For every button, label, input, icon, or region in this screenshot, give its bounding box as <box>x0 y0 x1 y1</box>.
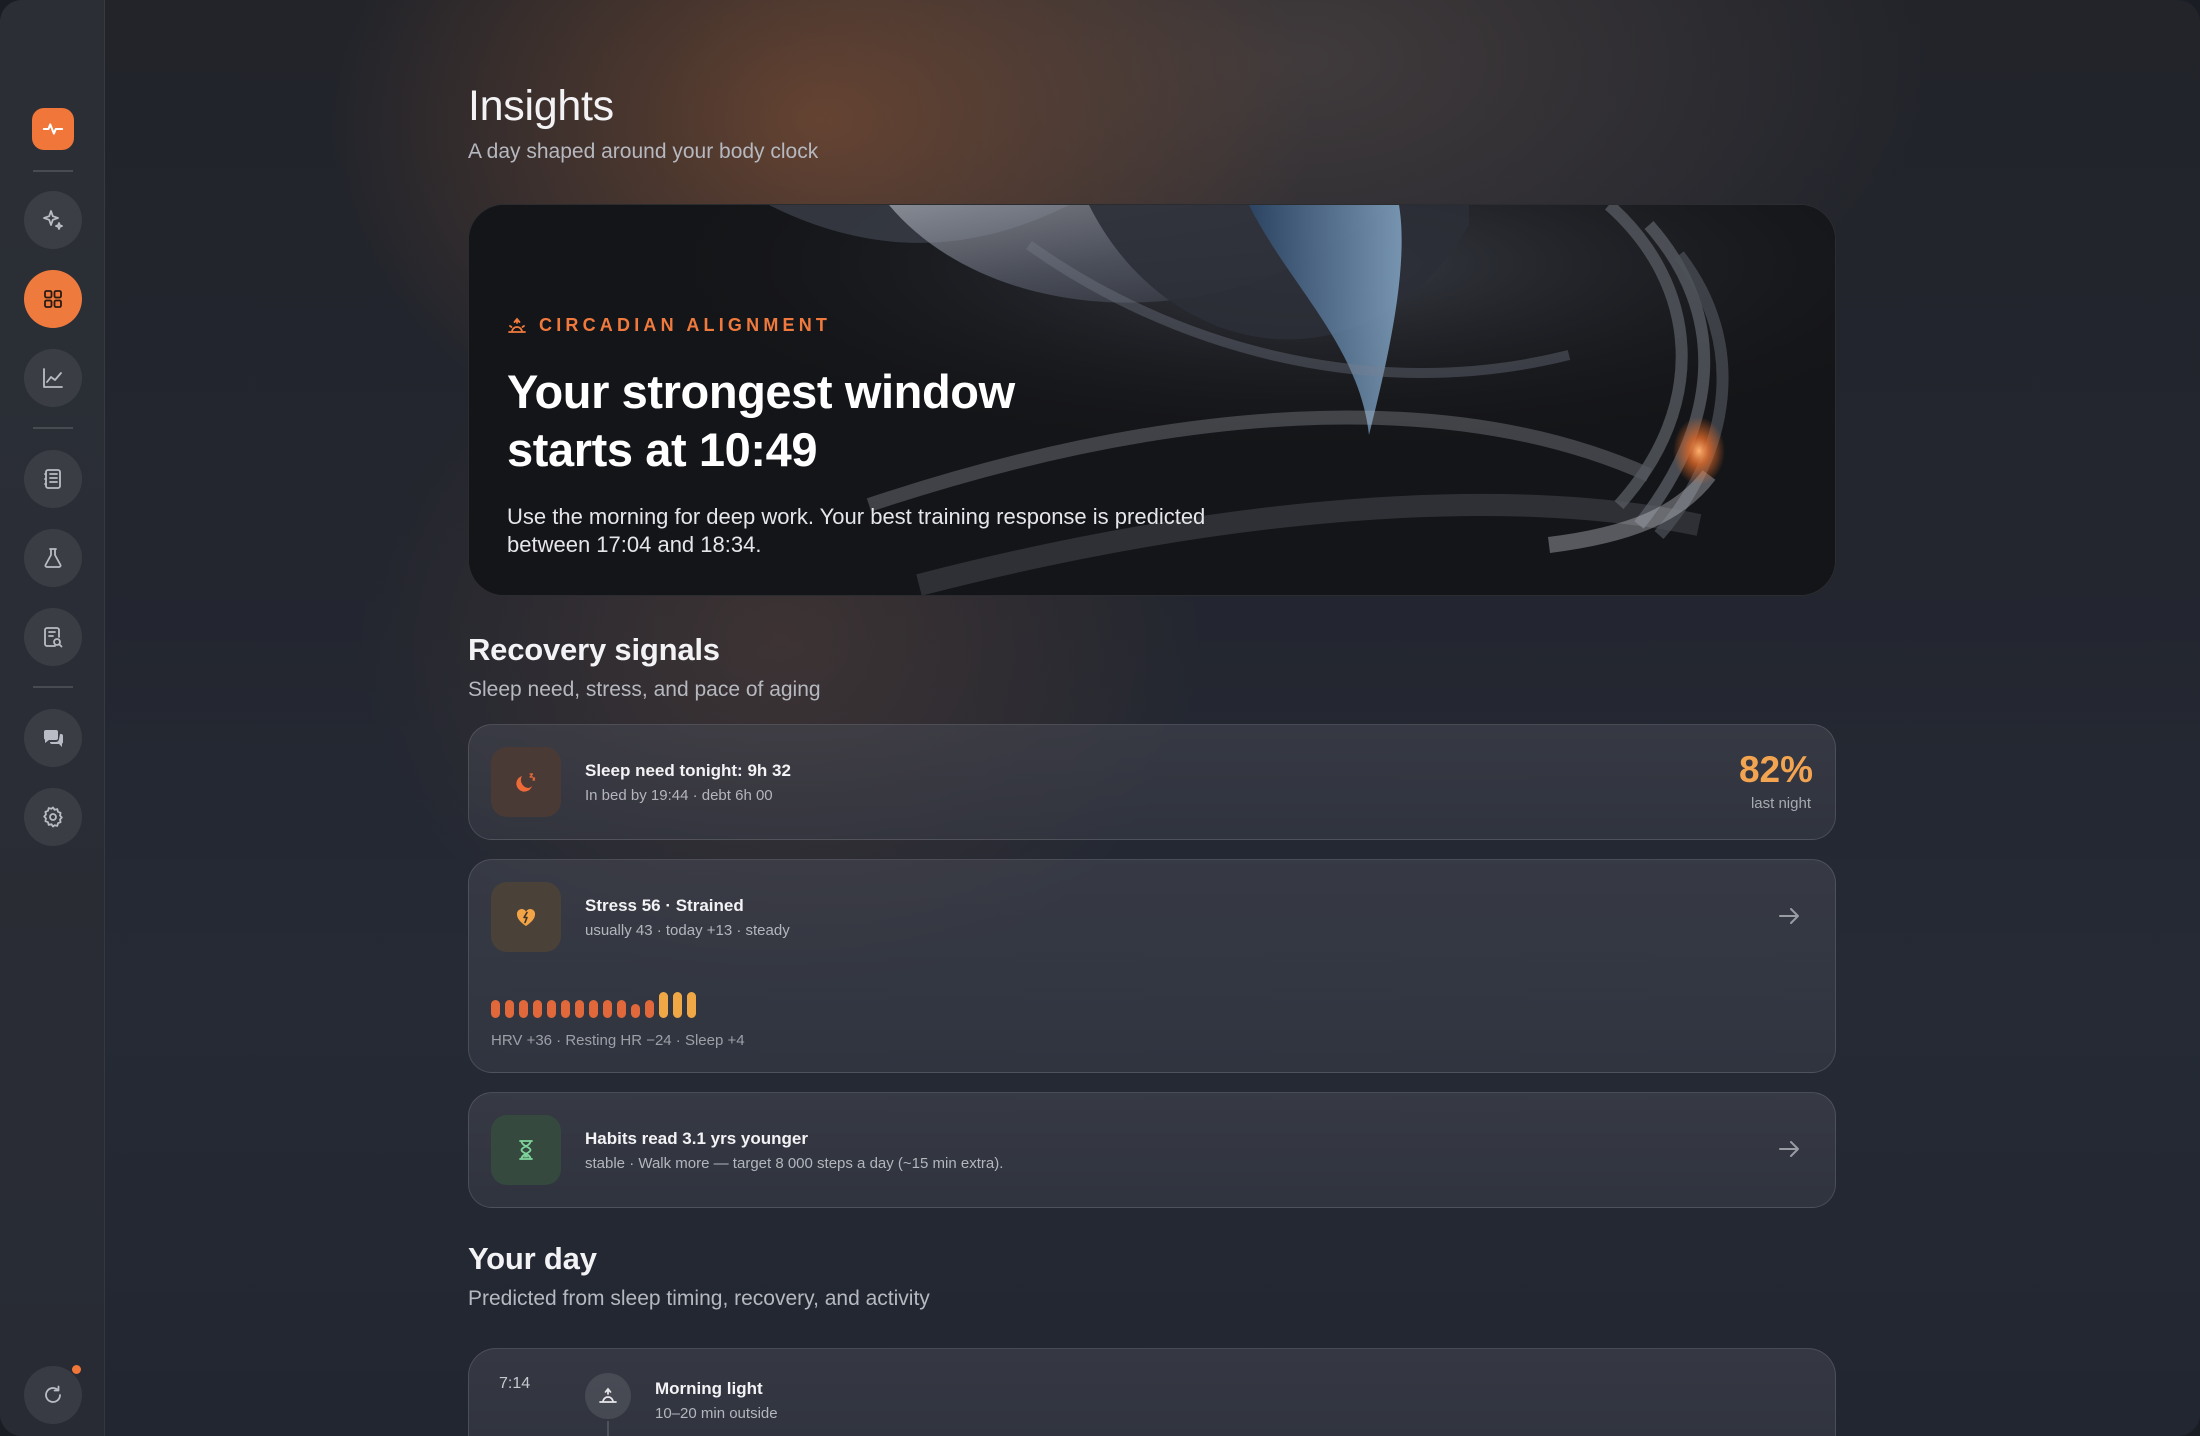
section-title-recovery: Recovery signals <box>468 632 720 667</box>
grid-icon <box>44 290 62 308</box>
section-subtitle-recovery: Sleep need, stress, and pace of aging <box>468 678 821 701</box>
stress-card[interactable]: Stress 56 · Strained usually 43 · today … <box>468 859 1836 1073</box>
stress-bar <box>617 1000 626 1018</box>
sleep-need-title: Sleep need tonight: 9h 32 <box>585 761 791 780</box>
aging-meta: stable · Walk more — target 8 000 steps … <box>585 1155 1004 1172</box>
stress-meta: usually 43 · today +13 · steady <box>585 922 790 939</box>
stress-bar <box>519 1000 528 1018</box>
stress-icon-tile <box>491 882 561 952</box>
hero-tag: CIRCADIAN ALIGNMENT <box>507 315 831 336</box>
circadian-hero-card[interactable]: CIRCADIAN ALIGNMENT Your strongest windo… <box>468 204 1836 596</box>
notebook-icon <box>44 469 61 489</box>
aging-icon-tile <box>491 1115 561 1185</box>
stress-bar <box>645 1000 654 1018</box>
app-window: Insights A day shaped around your body c… <box>0 0 2200 1436</box>
timeline-time: 7:14 <box>499 1375 531 1392</box>
pulse-icon <box>42 123 64 135</box>
moon-icon <box>516 773 536 792</box>
heart-bolt-icon <box>516 909 536 926</box>
sparkle-icon <box>43 210 63 230</box>
sleep-need-meta: In bed by 19:44 · debt 6h 00 <box>585 787 773 804</box>
sidebar <box>0 0 105 1436</box>
aging-title: Habits read 3.1 yrs younger <box>585 1129 808 1148</box>
chart-icon <box>43 368 63 388</box>
hero-title: Your strongest window starts at 10:49 <box>507 363 1015 479</box>
section-subtitle-day: Predicted from sleep timing, recovery, a… <box>468 1287 930 1310</box>
sidebar-item-trends[interactable] <box>24 349 82 407</box>
stress-open-arrow[interactable] <box>1777 906 1801 926</box>
stress-bar <box>603 1000 612 1018</box>
page-title: Insights <box>468 82 614 130</box>
timeline-item-title[interactable]: Morning light <box>655 1379 763 1399</box>
stress-bar <box>561 1000 570 1018</box>
gear-icon <box>43 806 63 828</box>
sidebar-item-reports[interactable] <box>24 608 82 666</box>
sidebar-item-sync[interactable] <box>24 1366 82 1424</box>
app-logo[interactable] <box>32 108 74 150</box>
sidebar-item-chat[interactable] <box>24 709 82 767</box>
stress-bar <box>673 992 682 1018</box>
page-subtitle: A day shaped around your body clock <box>468 140 819 163</box>
stress-bar <box>547 1000 556 1018</box>
stress-contributors: HRV +36 · Resting HR −24 · Sleep +4 <box>491 1032 745 1049</box>
sunrise-icon <box>599 1387 617 1403</box>
sidebar-item-journal[interactable] <box>24 450 82 508</box>
sleep-icon-tile <box>491 747 561 817</box>
stress-bar <box>505 1000 514 1018</box>
hero-title-line: starts at 10:49 <box>507 423 818 476</box>
timeline-item-meta: 10–20 min outside <box>655 1405 778 1422</box>
day-timeline-card: 7:14 Morning light 10–20 min outside <box>468 1348 1836 1436</box>
sidebar-divider <box>33 170 73 172</box>
timeline-connector <box>607 1421 609 1436</box>
aging-open-arrow[interactable] <box>1777 1139 1801 1159</box>
notification-dot <box>72 1365 81 1374</box>
arrow-right-icon <box>1779 1141 1799 1157</box>
sidebar-item-dashboard[interactable] <box>24 270 82 328</box>
pace-of-aging-card[interactable]: Habits read 3.1 yrs younger stable · Wal… <box>468 1092 1836 1208</box>
hero-tag-label: CIRCADIAN ALIGNMENT <box>539 315 832 335</box>
flask-icon <box>44 548 62 568</box>
stress-bar <box>659 992 668 1018</box>
sleep-score-value: 82% <box>1738 749 1813 790</box>
hero-body: Use the morning for deep work. Your best… <box>507 504 1206 557</box>
stress-bar <box>589 1000 598 1018</box>
stress-title: Stress 56 · Strained <box>585 896 744 915</box>
sleep-need-card[interactable]: Sleep need tonight: 9h 32 In bed by 19:4… <box>468 724 1836 840</box>
sleep-score-label: last night <box>1750 795 1811 812</box>
hero-title-line: Your strongest window <box>507 365 1015 418</box>
timeline-marker <box>585 1373 631 1419</box>
sidebar-item-settings[interactable] <box>24 788 82 846</box>
sunrise-icon <box>508 317 526 333</box>
chat-icon <box>43 730 63 747</box>
section-title-day: Your day <box>468 1241 597 1276</box>
sidebar-divider <box>33 427 73 429</box>
refresh-icon <box>45 1385 61 1403</box>
stress-bar <box>533 1000 542 1018</box>
stress-bar <box>687 992 696 1018</box>
stress-bar <box>575 1000 584 1018</box>
sidebar-item-sparkle[interactable] <box>24 191 82 249</box>
report-search-icon <box>44 627 63 648</box>
hourglass-icon <box>519 1140 533 1160</box>
stress-history-bars <box>491 988 696 1018</box>
sidebar-divider <box>33 686 73 688</box>
arrow-right-icon <box>1779 908 1799 924</box>
sidebar-item-lab[interactable] <box>24 529 82 587</box>
stress-bar <box>631 1004 640 1018</box>
stress-bar <box>491 1000 500 1018</box>
